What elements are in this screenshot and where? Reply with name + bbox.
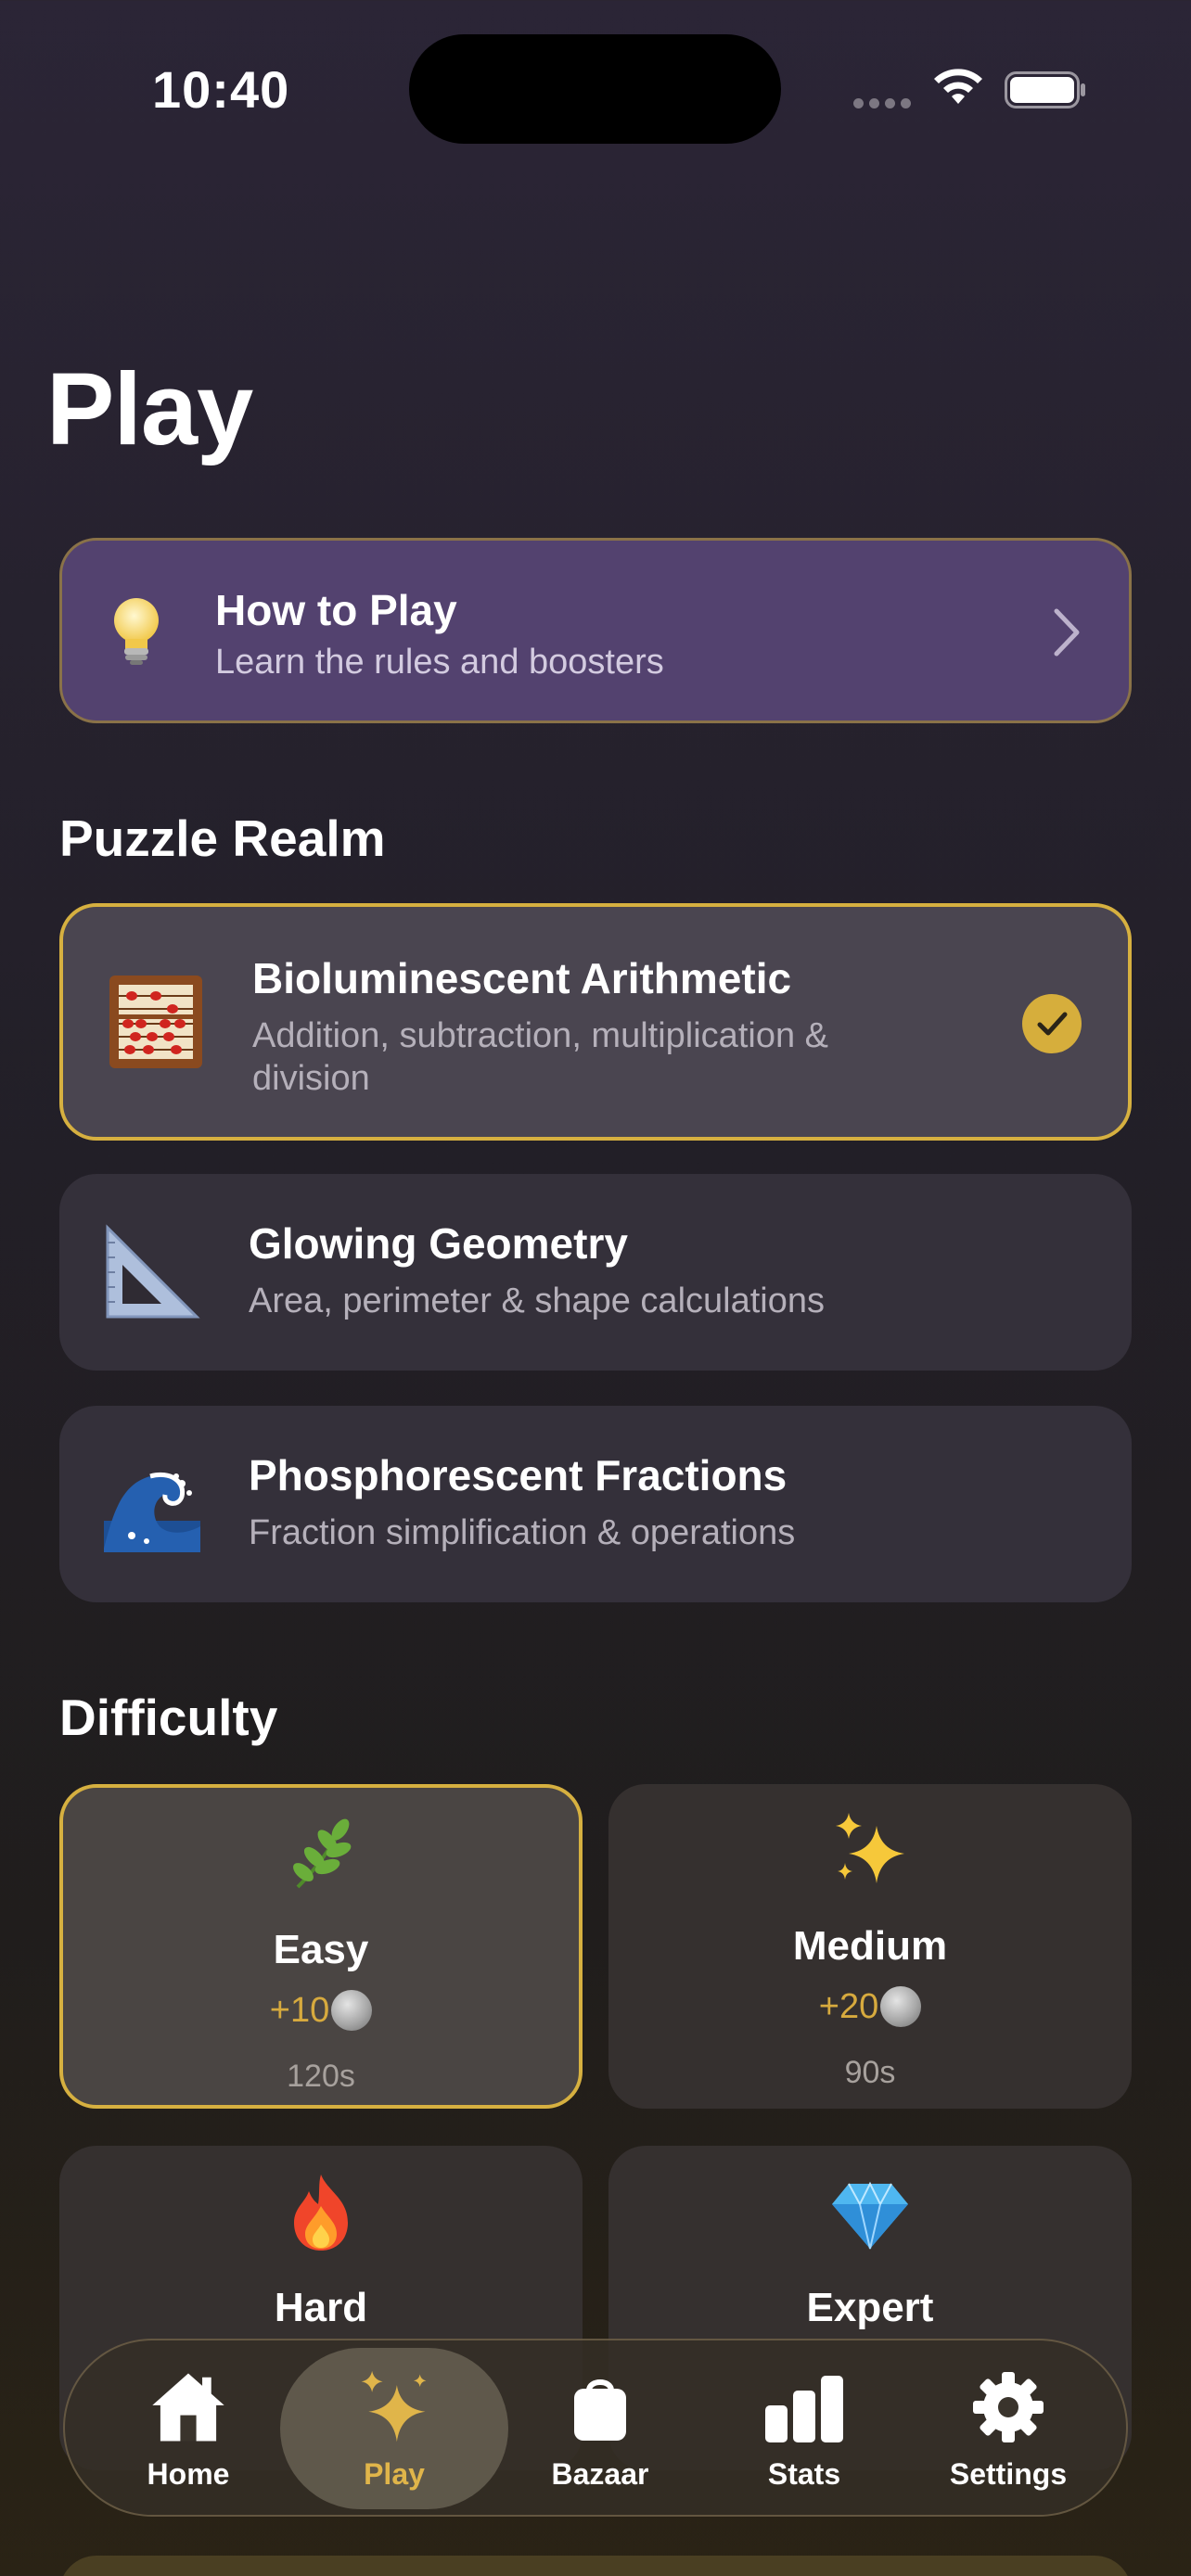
triangle-ruler-icon (106, 1224, 200, 1319)
gear-icon (902, 2368, 1115, 2446)
sparkles-icon (280, 2368, 508, 2446)
difficulty-name: Medium (792, 1923, 948, 1969)
house-icon (82, 2368, 295, 2446)
wifi-icon (934, 69, 982, 104)
status-time: 10:40 (152, 60, 290, 119)
how-to-play-subtitle: Learn the rules and boosters (215, 643, 664, 682)
difficulty-name: Hard (274, 2285, 368, 2330)
bar-chart-icon (698, 2368, 911, 2446)
selected-check-icon (1022, 994, 1082, 1053)
realm-description: Area, perimeter & shape calculations (249, 1282, 825, 1320)
realm-card-geometry[interactable]: Glowing Geometry Area, perimeter & shape… (59, 1174, 1132, 1371)
lightbulb-icon (114, 598, 159, 665)
tab-settings[interactable]: Settings (902, 2348, 1115, 2509)
chevron-right-icon (1054, 608, 1080, 657)
difficulty-header: Difficulty (59, 1689, 278, 1746)
difficulty-time: 90s (844, 2055, 896, 2090)
bag-icon (493, 2368, 707, 2446)
how-to-play-button[interactable]: How to Play Learn the rules and boosters (59, 538, 1132, 723)
status-bar: 10:40 (0, 0, 1191, 176)
wave-icon (104, 1473, 200, 1552)
reward-amount: +10 (269, 1990, 330, 2030)
battery-icon (1005, 71, 1085, 108)
tab-label: Stats (767, 2457, 841, 2491)
difficulty-reward: +10 (63, 1990, 579, 2031)
gem-icon (608, 2166, 1132, 2259)
dynamic-island (409, 34, 781, 144)
tab-stats[interactable]: Stats (698, 2348, 911, 2509)
difficulty-card-medium[interactable]: Medium +20 90s (608, 1784, 1132, 2109)
realm-card-fractions[interactable]: Phosphorescent Fractions Fraction simpli… (59, 1406, 1132, 1602)
cellular-signal-icon (853, 98, 911, 108)
realm-description: Addition, subtraction, multiplication & … (252, 1016, 828, 1098)
herb-icon (63, 1808, 579, 1901)
difficulty-card-easy[interactable]: Easy +10 120s (59, 1784, 583, 2109)
fire-icon (59, 2166, 583, 2259)
tab-label: Bazaar (551, 2457, 649, 2491)
difficulty-time: 120s (287, 2059, 355, 2094)
coin-icon (880, 1986, 922, 2027)
tab-play[interactable]: Play (280, 2348, 508, 2509)
realm-title: Glowing Geometry (249, 1219, 628, 1268)
tab-label: Home (147, 2457, 230, 2491)
difficulty-name: Expert (806, 2285, 934, 2330)
abacus-icon (109, 976, 202, 1068)
start-button-peek[interactable] (59, 2556, 1132, 2576)
tab-label: Play (364, 2457, 425, 2491)
tab-bazaar[interactable]: Bazaar (493, 2348, 707, 2509)
coin-icon (331, 1990, 373, 2031)
how-to-play-title: How to Play (215, 586, 457, 634)
difficulty-reward: +20 (608, 1986, 1132, 2027)
tab-label: Settings (949, 2457, 1068, 2491)
page-title: Play (46, 352, 253, 466)
reward-amount: +20 (818, 1986, 879, 2026)
sparkles-icon (608, 1804, 1132, 1897)
realm-card-arithmetic[interactable]: Bioluminescent Arithmetic Addition, subt… (59, 903, 1132, 1141)
tab-home[interactable]: Home (82, 2348, 295, 2509)
realm-description: Fraction simplification & operations (249, 1513, 796, 1552)
tab-bar: Home Play Bazaar Stats Settings (63, 2339, 1128, 2517)
realm-title: Bioluminescent Arithmetic (252, 954, 792, 1002)
difficulty-name: Easy (273, 1927, 369, 1972)
realm-title: Phosphorescent Fractions (249, 1451, 788, 1499)
puzzle-realm-header: Puzzle Realm (59, 810, 386, 867)
